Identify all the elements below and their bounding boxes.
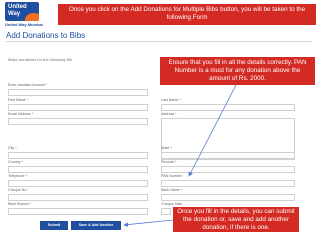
city-label: City * bbox=[8, 146, 17, 150]
state-input[interactable] bbox=[161, 152, 295, 159]
logo-mark-text: United Way bbox=[8, 4, 27, 17]
united-way-logo: United Way United Way Mumbai bbox=[5, 2, 49, 27]
callout-pan-note: Ensure that you fill in all the details … bbox=[160, 57, 315, 85]
page-title: Add Donations to Bibs bbox=[6, 31, 86, 40]
last-name-label: Last Name * bbox=[161, 98, 181, 102]
pincode-input[interactable] bbox=[161, 166, 295, 173]
form-subtitle: Make donations for the following Bib bbox=[8, 57, 73, 62]
city-input[interactable] bbox=[8, 152, 148, 159]
cheque-date-label: Cheque Date bbox=[161, 202, 183, 206]
save-add-another-button[interactable]: Save & Add Another Donation bbox=[71, 221, 121, 236]
bank-branch-input[interactable] bbox=[8, 208, 148, 215]
pincode-label: Pincode * bbox=[161, 160, 177, 164]
arrow-to-buttons bbox=[123, 219, 174, 227]
cheque-no-label: Cheque No * bbox=[8, 188, 29, 192]
pan-input[interactable] bbox=[161, 180, 295, 187]
amount-input[interactable] bbox=[8, 89, 148, 96]
first-name-input[interactable] bbox=[8, 104, 148, 111]
pan-label: PAN Number bbox=[161, 174, 182, 178]
bank-name-input[interactable] bbox=[161, 194, 295, 201]
email-label: Email Address * bbox=[8, 112, 34, 116]
address-label: Address * bbox=[161, 112, 177, 116]
title-divider bbox=[6, 41, 312, 42]
last-name-input[interactable] bbox=[161, 104, 295, 111]
email-input[interactable] bbox=[8, 118, 148, 125]
bank-name-label: Bank Name * bbox=[161, 188, 183, 192]
cheque-no-input[interactable] bbox=[8, 194, 148, 201]
logo-mark: United Way bbox=[5, 2, 39, 21]
telephone-input[interactable] bbox=[8, 180, 148, 187]
logo-subtitle: United Way Mumbai bbox=[5, 22, 43, 27]
bank-branch-label: Bank Branch * bbox=[8, 202, 31, 206]
amount-label: Enter donation Amount * bbox=[8, 83, 47, 87]
submit-donation-button[interactable]: Submit Donation bbox=[40, 221, 68, 236]
callout-submit-note: Once you fill in the details, you can su… bbox=[173, 207, 299, 232]
logo-swoosh bbox=[25, 13, 39, 21]
callout-top: Once you click on the Add Donations for … bbox=[58, 4, 316, 25]
country-label: Country * bbox=[8, 160, 23, 164]
state-label: State * bbox=[161, 146, 172, 150]
first-name-label: First Name * bbox=[8, 98, 28, 102]
cheque-date-input[interactable] bbox=[161, 208, 171, 215]
country-input[interactable] bbox=[8, 166, 148, 173]
telephone-label: Telephone * bbox=[8, 174, 27, 178]
